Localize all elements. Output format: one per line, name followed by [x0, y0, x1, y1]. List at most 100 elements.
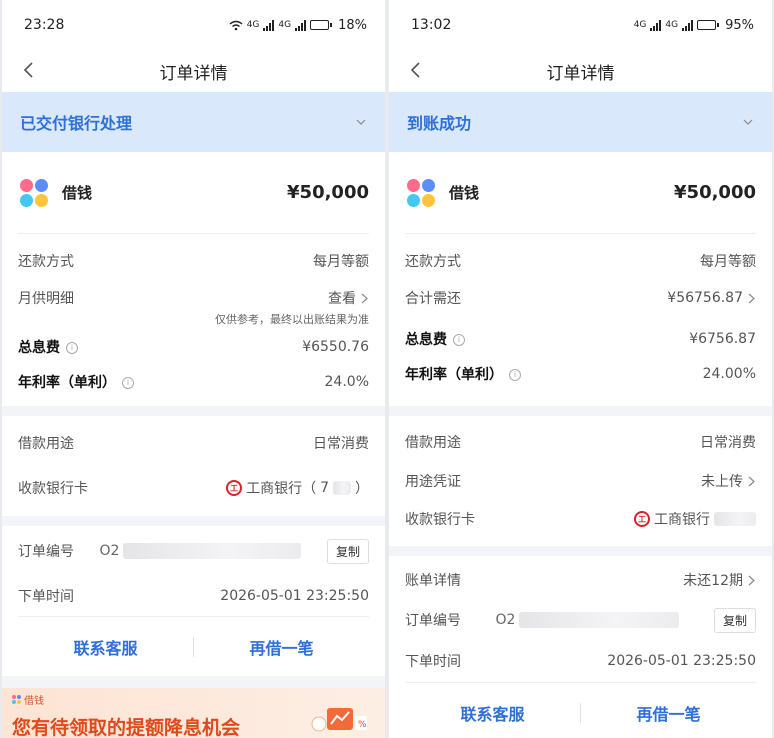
order-info-card: 订单编号 O2 复制 下单时间 2026-05-01 23:25:50 联系客服…	[2, 526, 385, 676]
repay-method-value: 每月等额	[700, 254, 756, 270]
signal-icon-2	[682, 19, 694, 31]
info-icon[interactable]: i	[122, 377, 134, 389]
purpose-value: 日常消费	[313, 436, 369, 452]
product-name: 借钱	[449, 184, 480, 202]
chevron-down-icon	[356, 119, 366, 125]
order-time-label: 下单时间	[405, 654, 461, 670]
promo-illustration-icon: %	[311, 708, 367, 732]
promo-brand: 借钱	[24, 696, 44, 707]
order-number-label: 订单编号	[405, 613, 461, 629]
clock: 13:02	[411, 17, 452, 33]
loan-use-card: 借款用途 日常消费 用途凭证 未上传 收款银行卡 工 工商银行	[389, 416, 772, 546]
chevron-right-icon	[748, 293, 755, 303]
battery-icon	[310, 20, 333, 30]
rate-value: 24.0%	[324, 374, 369, 390]
contact-service-button[interactable]: 联系客服	[405, 701, 580, 725]
bank-name: 工商银行	[654, 512, 710, 528]
repay-method-row: 还款方式 每月等额	[405, 234, 756, 286]
product-logo-icon	[407, 178, 435, 207]
left-phone-screen: 23:28 4G 4G 18% 订单详情 已交付银行处理 借钱 ¥50,000 …	[2, 0, 385, 738]
info-icon[interactable]: i	[509, 369, 521, 381]
page-title: 订单详情	[159, 63, 228, 84]
back-arrow-icon[interactable]	[407, 61, 425, 79]
product-logo-icon	[20, 178, 48, 207]
copy-button[interactable]: 复制	[326, 538, 369, 564]
monthly-note: 仅供参考，最终以出账结果为准	[215, 313, 369, 326]
order-time-row: 下单时间 2026-05-01 23:25:50	[405, 640, 756, 682]
interest-label: 总息费	[18, 340, 60, 356]
purpose-label: 借款用途	[405, 435, 461, 451]
bank-card-suffix: ）	[355, 481, 369, 497]
network-type-2: 4G	[665, 19, 679, 30]
masked-order-number	[123, 543, 302, 559]
order-info-card: 账单详情 未还12期 订单编号 O2 复制 下单时间 2026-05-01 23…	[389, 556, 772, 738]
voucher-row[interactable]: 用途凭证 未上传	[405, 462, 756, 500]
status-bar: 23:28 4G 4G 18%	[2, 0, 385, 50]
signal-icon	[263, 19, 275, 31]
interest-row: 总息费 i ¥6756.87	[405, 310, 756, 362]
battery-percent: 18%	[338, 17, 367, 33]
chevron-right-icon	[748, 476, 755, 486]
loan-summary-card: 借钱 ¥50,000 还款方式 每月等额 月供明细 查看 仅供参考，最终以出账结…	[2, 152, 385, 406]
repay-method-label: 还款方式	[405, 254, 461, 270]
order-time-label: 下单时间	[18, 589, 74, 605]
interest-value: ¥6550.76	[302, 339, 369, 355]
purpose-label: 借款用途	[18, 436, 74, 452]
page-title: 订单详情	[546, 63, 615, 84]
rate-row: 年利率（单利） i 24.0%	[18, 364, 369, 406]
rate-label: 年利率（单利）	[405, 367, 503, 383]
interest-label: 总息费	[405, 332, 447, 348]
order-number-row: 订单编号 O2 复制	[18, 526, 369, 576]
bill-detail-row[interactable]: 账单详情 未还12期	[405, 556, 756, 600]
rate-value: 24.00%	[702, 366, 756, 382]
monthly-detail-row[interactable]: 月供明细 查看	[18, 286, 369, 310]
bill-detail-label: 账单详情	[405, 573, 461, 589]
order-status-banner[interactable]: 到账成功	[389, 92, 772, 152]
repay-method-label: 还款方式	[18, 254, 74, 270]
brand-logo-icon	[12, 695, 21, 704]
back-arrow-icon[interactable]	[20, 61, 38, 79]
masked-card-number	[714, 512, 756, 526]
contact-service-button[interactable]: 联系客服	[18, 635, 193, 659]
loan-use-card: 借款用途 日常消费 收款银行卡 工 工商银行（ 7 ）	[2, 416, 385, 516]
bill-detail-value: 未还12期	[683, 573, 743, 589]
order-time-value: 2026-05-01 23:25:50	[220, 588, 369, 604]
bank-card-masked: 7	[320, 480, 329, 496]
monthly-detail-label: 月供明细	[18, 291, 74, 307]
product-row: 借钱 ¥50,000	[18, 152, 369, 234]
promo-banner[interactable]: 借钱 您有待领取的提额降息机会 %	[2, 688, 385, 738]
bank-name: 工商银行（	[246, 481, 317, 497]
info-icon[interactable]: i	[453, 334, 465, 346]
info-icon[interactable]: i	[66, 342, 78, 354]
monthly-detail-link[interactable]: 查看	[328, 288, 356, 308]
borrow-again-button[interactable]: 再借一笔	[581, 701, 756, 725]
masked-order-number	[519, 612, 680, 628]
order-number-label: 订单编号	[18, 544, 74, 560]
status-bar: 13:02 4G 4G 95%	[389, 0, 772, 50]
chevron-down-icon	[743, 119, 753, 125]
network-type-2: 4G	[278, 19, 292, 30]
bank-card-label: 收款银行卡	[18, 481, 88, 497]
battery-icon	[697, 20, 720, 30]
signal-icon	[650, 19, 662, 31]
bank-card-label: 收款银行卡	[405, 512, 475, 528]
bank-card-row: 收款银行卡 工 工商银行	[405, 500, 756, 546]
chevron-right-icon	[361, 293, 368, 303]
copy-button[interactable]: 复制	[713, 607, 756, 633]
order-status-banner[interactable]: 已交付银行处理	[2, 92, 385, 152]
borrow-again-button[interactable]: 再借一笔	[194, 635, 369, 659]
loan-amount: ¥50,000	[674, 182, 756, 203]
purpose-value: 日常消费	[700, 435, 756, 451]
total-due-row[interactable]: 合计需还 ¥56756.87	[405, 286, 756, 310]
network-type: 4G	[633, 19, 647, 30]
icbc-logo-icon: 工	[634, 511, 650, 527]
clock: 23:28	[24, 17, 65, 33]
product-row: 借钱 ¥50,000	[405, 152, 756, 234]
svg-text:%: %	[358, 720, 367, 730]
battery-percent: 95%	[725, 17, 754, 33]
voucher-value: 未上传	[701, 474, 743, 490]
loan-amount: ¥50,000	[287, 182, 369, 203]
total-due-value: ¥56756.87	[667, 290, 743, 306]
wifi-icon	[229, 20, 243, 30]
rate-row: 年利率（单利） i 24.00%	[405, 362, 756, 386]
